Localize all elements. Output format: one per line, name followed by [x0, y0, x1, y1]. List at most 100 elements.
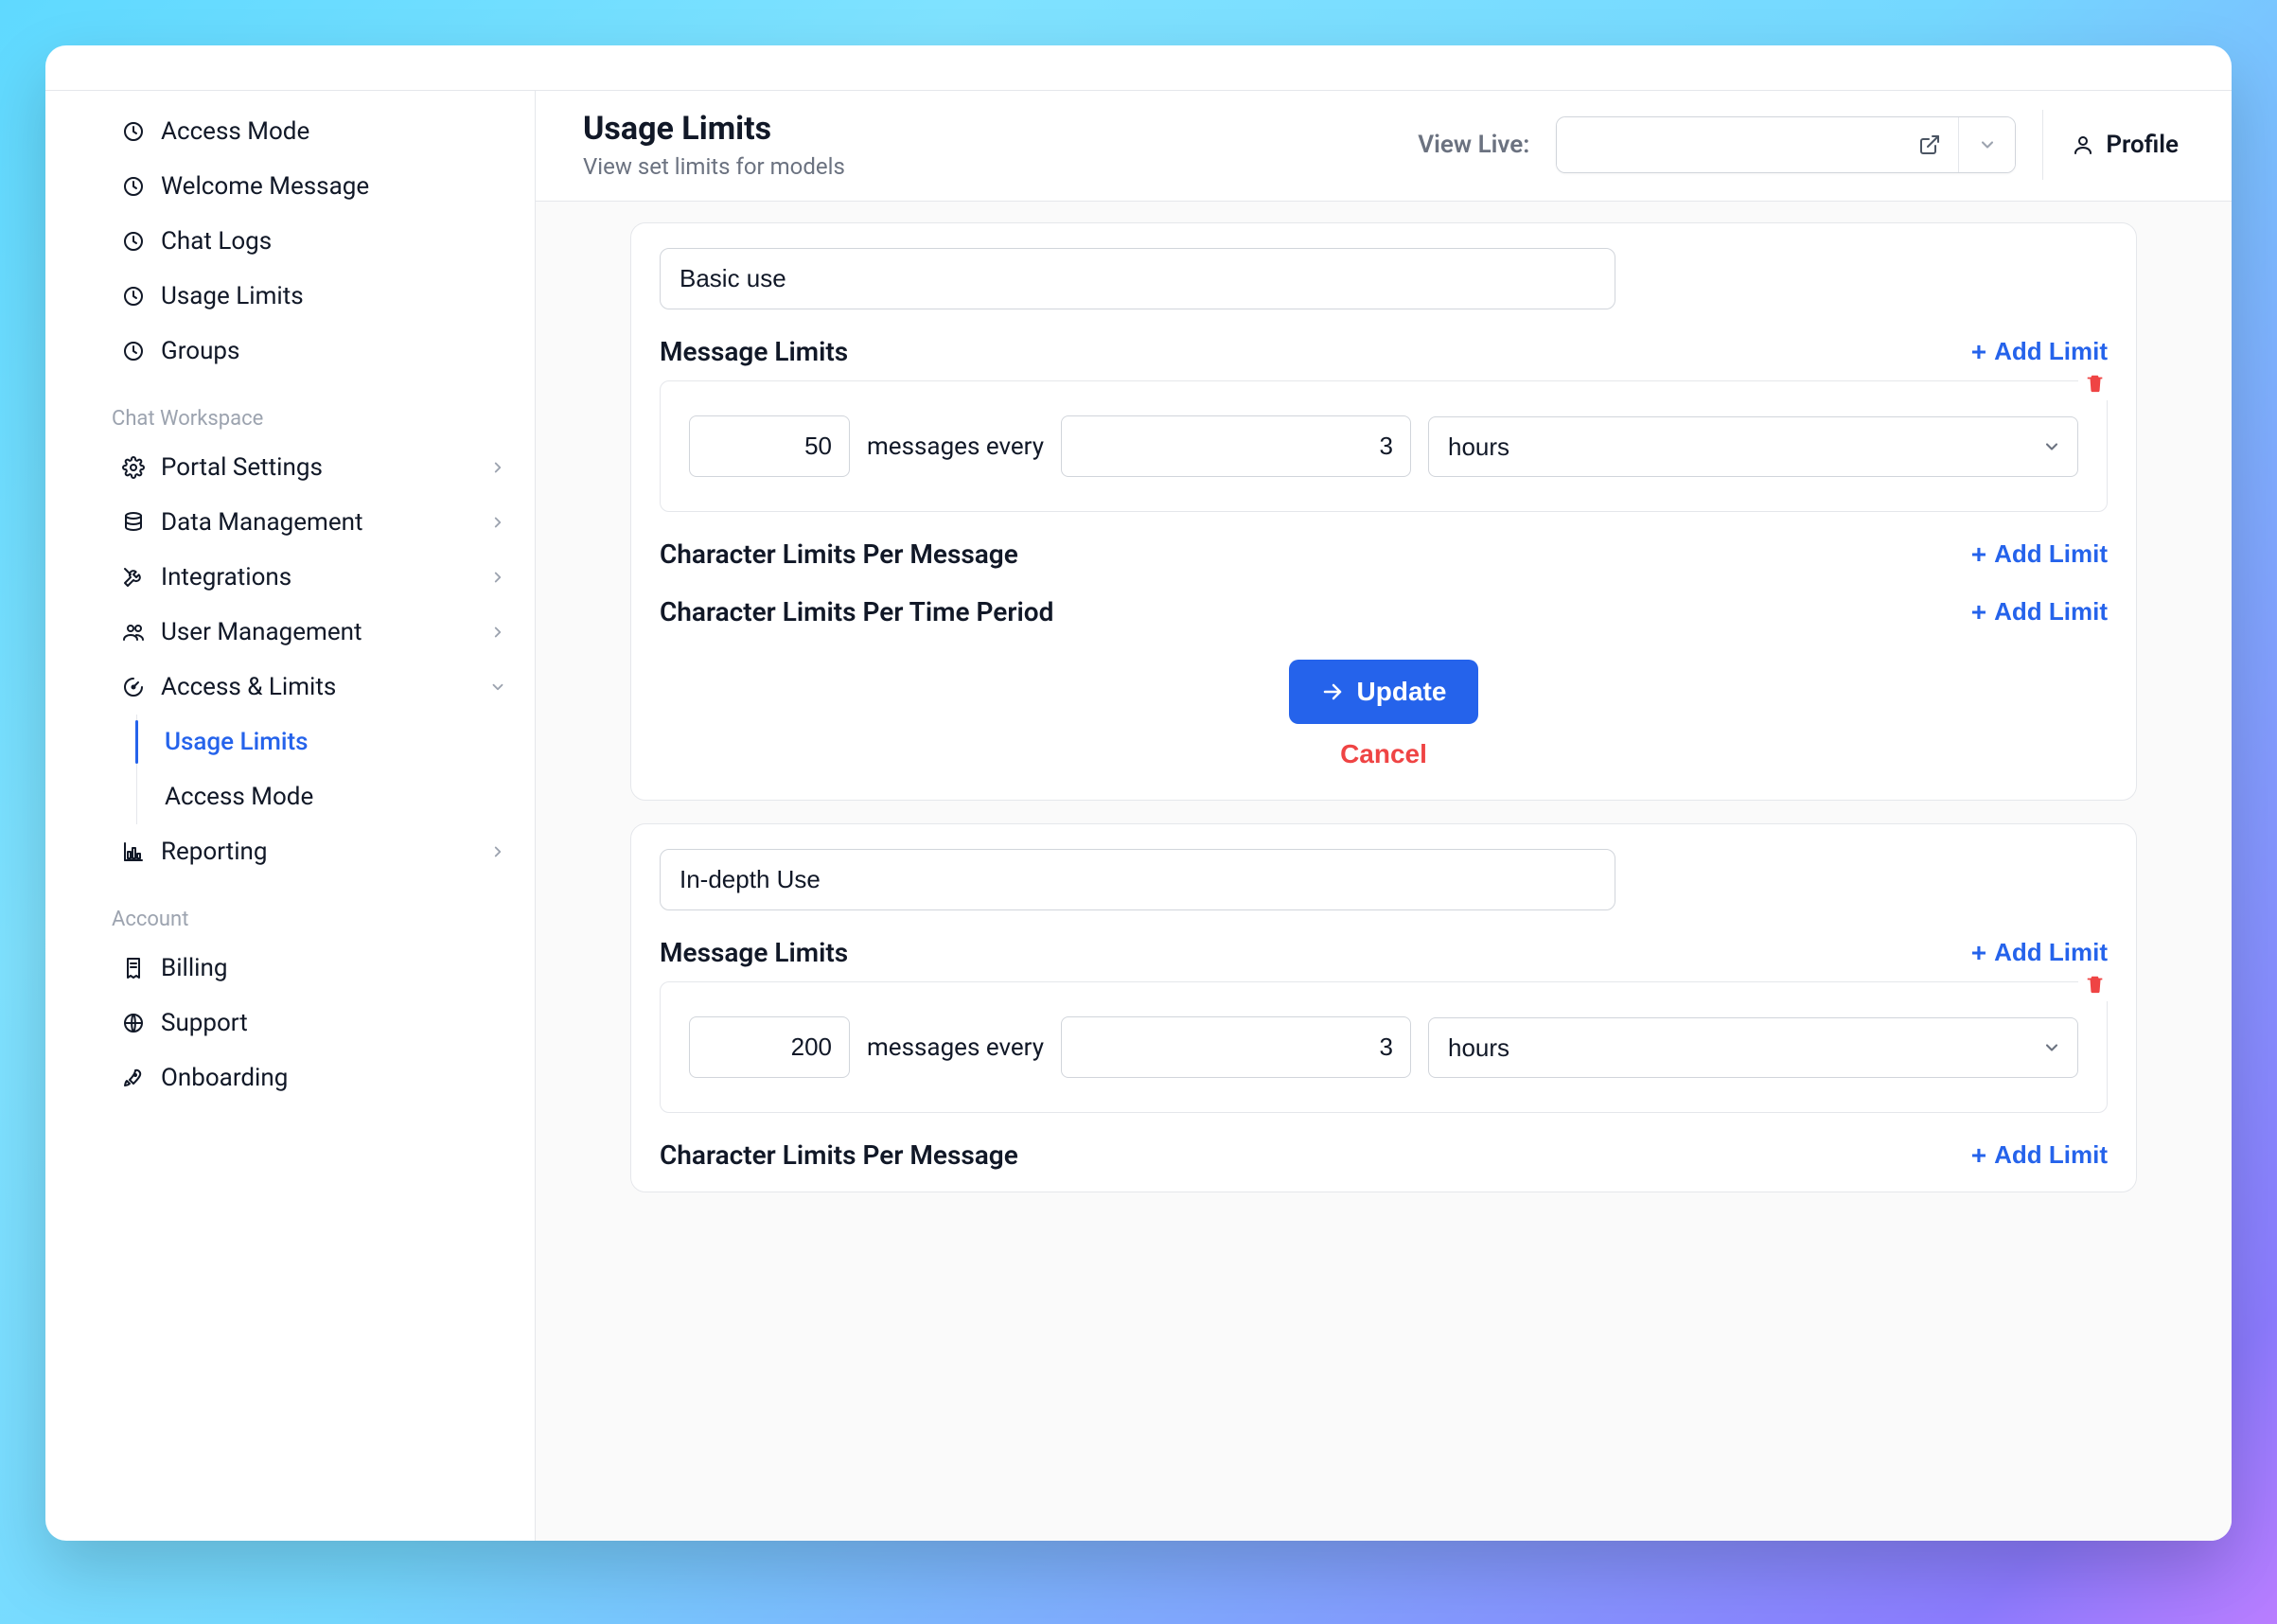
chevron-down-icon [487, 677, 508, 697]
sidebar-nested-access-limits: Usage Limits Access Mode [45, 715, 535, 824]
sidebar-group-title-workspace: Chat Workspace [45, 386, 535, 440]
section-header-char-per-time: Character Limits Per Time Period + Add L… [660, 596, 2108, 627]
limit-card-1: Message Limits + Add Limit messages ever… [630, 823, 2137, 1192]
section-title: Character Limits Per Time Period [660, 596, 1053, 627]
plus-icon: + [1971, 1142, 1986, 1169]
view-live-label: View Live: [1418, 131, 1529, 159]
view-live-open-button[interactable] [1901, 117, 1958, 172]
view-live-dropdown-button[interactable] [1958, 117, 2015, 172]
view-live-picker [1556, 116, 2016, 173]
plus-icon: + [1971, 940, 1986, 966]
sidebar-item-label: Data Management [161, 508, 472, 537]
trash-icon [2085, 373, 2106, 394]
page-header: Usage Limits View set limits for models … [536, 91, 2232, 202]
sidebar-item-label: Reporting [161, 838, 472, 866]
update-label: Update [1357, 677, 1447, 707]
clock-icon [121, 229, 146, 254]
app-window: Access Mode Welcome Message Chat Logs Us… [45, 45, 2232, 1541]
sidebar-item-support[interactable]: Support [45, 996, 535, 1050]
sidebar-item-label: Groups [161, 337, 508, 365]
add-limit-label: Add Limit [1994, 539, 2108, 569]
sidebar-item-access-limits[interactable]: Access & Limits [45, 660, 535, 715]
chevron-right-icon [487, 841, 508, 862]
delete-limit-button[interactable] [2078, 967, 2112, 1001]
user-icon [2070, 132, 2096, 158]
add-limit-label: Add Limit [1994, 337, 2108, 366]
sidebar-item-data-management[interactable]: Data Management [45, 495, 535, 550]
time-unit-select-wrap: hours [1428, 1017, 2078, 1078]
sidebar-item-label: Chat Logs [161, 227, 508, 256]
time-unit-select-wrap: hours [1428, 416, 2078, 477]
window-top-strip [45, 45, 2232, 91]
plus-icon: + [1971, 599, 1986, 626]
add-limit-button[interactable]: + Add Limit [1971, 539, 2108, 569]
page-title: Usage Limits [583, 110, 1391, 148]
sidebar-item-label: Onboarding [161, 1064, 508, 1092]
plus-icon: + [1971, 541, 1986, 568]
sidebar-group-title-account: Account [45, 887, 535, 941]
sidebar-item-chat-logs[interactable]: Chat Logs [45, 214, 535, 269]
message-every-input[interactable] [1061, 415, 1411, 477]
time-unit-select[interactable]: hours [1428, 416, 2078, 477]
sidebar-item-onboarding[interactable]: Onboarding [45, 1050, 535, 1105]
sidebar-group-workspace: Chat Workspace Portal Settings Data Mana… [45, 382, 535, 883]
sidebar-subitem-label: Access Mode [165, 783, 313, 811]
chevron-right-icon [487, 512, 508, 533]
section-title: Character Limits Per Message [660, 1139, 1018, 1171]
add-limit-button[interactable]: + Add Limit [1971, 938, 2108, 967]
messages-every-label: messages every [867, 1033, 1044, 1062]
message-limit-row: messages every hours [660, 380, 2108, 512]
add-limit-label: Add Limit [1994, 1140, 2108, 1170]
limit-card-name-input[interactable] [660, 849, 1615, 910]
sidebar-item-usage-limits-sidebar-top[interactable]: Usage Limits [45, 269, 535, 324]
message-count-input[interactable] [689, 415, 850, 477]
sidebar-subitem-access-mode-sub[interactable]: Access Mode [45, 769, 535, 824]
time-unit-select[interactable]: hours [1428, 1017, 2078, 1078]
content[interactable]: Message Limits + Add Limit messages ever… [536, 202, 2232, 1541]
rocket-icon [121, 1066, 146, 1090]
sidebar: Access Mode Welcome Message Chat Logs Us… [45, 91, 536, 1541]
update-button[interactable]: Update [1289, 660, 1479, 724]
add-limit-button[interactable]: + Add Limit [1971, 337, 2108, 366]
card-actions: Update Cancel [660, 637, 2108, 788]
cancel-label: Cancel [1340, 739, 1427, 768]
gauge-icon [121, 675, 146, 699]
database-icon [121, 510, 146, 535]
clock-icon [121, 174, 146, 199]
chevron-down-icon [1978, 135, 1997, 154]
sidebar-subitem-usage-limits[interactable]: Usage Limits [45, 715, 535, 769]
sidebar-item-integrations[interactable]: Integrations [45, 550, 535, 605]
add-limit-button[interactable]: + Add Limit [1971, 597, 2108, 627]
add-limit-button[interactable]: + Add Limit [1971, 1140, 2108, 1170]
receipt-icon [121, 956, 146, 980]
sidebar-item-user-management[interactable]: User Management [45, 605, 535, 660]
sidebar-item-label: Billing [161, 954, 508, 982]
arrow-right-icon [1321, 680, 1344, 703]
limit-card-name-input[interactable] [660, 248, 1615, 309]
sidebar-subitem-label: Usage Limits [165, 728, 309, 756]
profile-link[interactable]: Profile [2070, 131, 2179, 159]
sidebar-group-account: Account Billing Support Onboarding [45, 883, 535, 1109]
sidebar-item-billing[interactable]: Billing [45, 941, 535, 996]
add-limit-label: Add Limit [1994, 938, 2108, 967]
sidebar-item-welcome-message[interactable]: Welcome Message [45, 159, 535, 214]
view-live-input[interactable] [1557, 117, 1901, 172]
sidebar-item-groups[interactable]: Groups [45, 324, 535, 379]
sidebar-item-label: Integrations [161, 563, 472, 591]
cancel-button[interactable]: Cancel [1340, 739, 1427, 769]
message-count-input[interactable] [689, 1016, 850, 1078]
sidebar-item-access-mode[interactable]: Access Mode [45, 104, 535, 159]
sidebar-item-reporting[interactable]: Reporting [45, 824, 535, 879]
globe-icon [121, 1011, 146, 1035]
message-limit-row: messages every hours [660, 981, 2108, 1113]
message-every-input[interactable] [1061, 1016, 1411, 1078]
delete-limit-button[interactable] [2078, 366, 2112, 400]
sidebar-group-top: Access Mode Welcome Message Chat Logs Us… [45, 100, 535, 382]
sidebar-item-label: Portal Settings [161, 453, 472, 482]
users-icon [121, 620, 146, 644]
external-link-icon [1918, 133, 1941, 156]
section-title: Character Limits Per Message [660, 538, 1018, 570]
sidebar-item-portal-settings[interactable]: Portal Settings [45, 440, 535, 495]
profile-label: Profile [2106, 131, 2179, 159]
main: Usage Limits View set limits for models … [536, 91, 2232, 1541]
